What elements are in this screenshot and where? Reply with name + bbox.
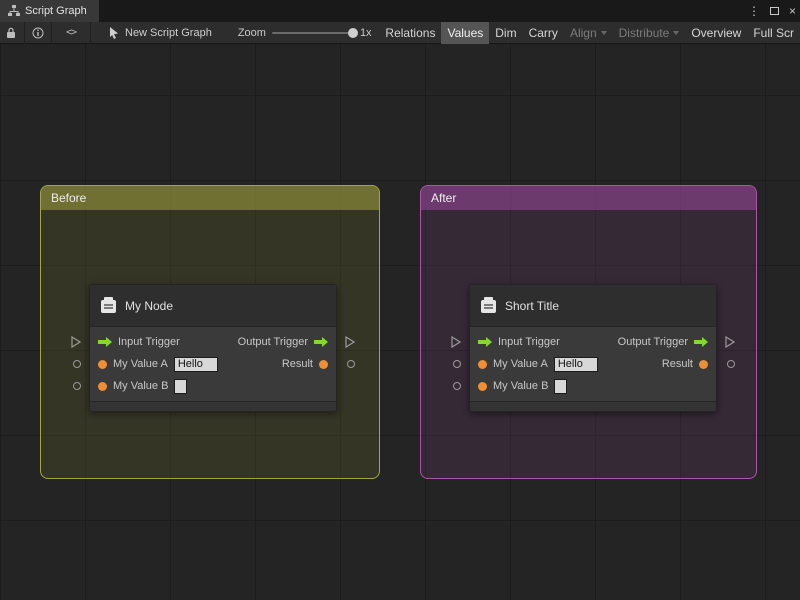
node-title: My Node: [125, 298, 174, 313]
node-footer: [90, 401, 336, 411]
port-row: My Value B: [470, 375, 716, 397]
port-label: Result: [281, 358, 313, 370]
node-header[interactable]: My Node: [90, 285, 336, 327]
node-my-node[interactable]: My Node Input Trigger Output Trigger My …: [71, 284, 355, 412]
node-footer: [470, 401, 716, 411]
group-after-header[interactable]: After: [421, 186, 756, 210]
port-label: Output Trigger: [237, 336, 308, 348]
value-output-icon[interactable]: [699, 359, 708, 369]
node-title: Short Title: [505, 298, 560, 313]
group-before-header[interactable]: Before: [41, 186, 379, 210]
group-after[interactable]: After Short Title Input Trigger Output T…: [420, 185, 757, 479]
value-input-port-external[interactable]: [73, 382, 81, 390]
port-label: My Value A: [493, 358, 548, 370]
value-input-icon[interactable]: [98, 359, 107, 369]
flow-input-port-external[interactable]: [71, 336, 81, 348]
node-short-title[interactable]: Short Title Input Trigger Output Trigger: [451, 284, 735, 412]
value-b-field[interactable]: [174, 378, 188, 394]
graph-pointer-icon: [109, 26, 120, 39]
tab-title: Script Graph: [25, 5, 87, 17]
menu-kebab-icon[interactable]: ⋮: [748, 0, 760, 22]
zoom-value: 1x: [359, 26, 372, 39]
group-title: Before: [51, 191, 87, 205]
unit-icon: [100, 297, 117, 314]
carry-button[interactable]: Carry: [523, 22, 564, 44]
node-body: Input Trigger Output Trigger My Value A: [90, 327, 336, 401]
window-controls: ⋮ ×: [748, 0, 796, 22]
group-title: After: [431, 191, 457, 205]
chevron-down-icon: [673, 31, 680, 36]
toolbar-separator: [90, 21, 91, 44]
flow-output-port-external[interactable]: [725, 336, 735, 348]
port-label: My Value A: [113, 358, 168, 370]
zoom-control: Zoom 1x: [238, 27, 372, 39]
port-label: Result: [661, 358, 693, 370]
value-output-port-external[interactable]: [727, 360, 735, 368]
info-icon[interactable]: [27, 22, 49, 44]
distribute-button[interactable]: Distribute: [613, 22, 686, 44]
value-input-icon[interactable]: [98, 381, 107, 391]
value-b-field[interactable]: [554, 378, 568, 394]
flow-input-port-external[interactable]: [451, 336, 461, 348]
chevron-down-icon: [600, 31, 607, 36]
group-before[interactable]: Before My Node Input Trigger Output Trig…: [40, 185, 380, 479]
toolbar-separator: [24, 21, 25, 44]
port-row: My Value B: [90, 375, 336, 397]
dim-button[interactable]: Dim: [489, 22, 522, 44]
value-a-field[interactable]: [553, 356, 598, 372]
value-output-icon[interactable]: [319, 359, 328, 369]
toolbar-buttons: Relations Values Dim Carry Align Distrib…: [379, 21, 800, 44]
tab-script-graph[interactable]: Script Graph: [0, 0, 99, 22]
value-input-port-external[interactable]: [73, 360, 81, 368]
align-button[interactable]: Align: [564, 22, 613, 44]
value-output-port-external[interactable]: [347, 360, 355, 368]
maximize-icon[interactable]: [769, 7, 779, 15]
graph-name[interactable]: New Script Graph: [109, 26, 212, 39]
port-label: Input Trigger: [118, 336, 180, 348]
flow-output-port-external[interactable]: [345, 336, 355, 348]
fullscreen-button[interactable]: Full Scr: [747, 22, 800, 44]
overview-button[interactable]: Overview: [685, 22, 747, 44]
node-header[interactable]: Short Title: [470, 285, 716, 327]
graph-canvas[interactable]: Before My Node Input Trigger Output Trig…: [0, 44, 800, 600]
unit-icon: [480, 297, 497, 314]
code-view-icon[interactable]: <>: [54, 22, 88, 44]
zoom-slider[interactable]: [271, 27, 358, 38]
value-input-icon[interactable]: [478, 381, 487, 391]
flow-input-icon[interactable]: [478, 336, 492, 348]
toolbar-separator: [51, 21, 52, 44]
tab-strip: Script Graph ⋮ ×: [0, 0, 800, 22]
port-row: My Value A Result: [90, 353, 336, 375]
value-a-field[interactable]: [173, 356, 218, 372]
value-input-port-external[interactable]: [453, 360, 461, 368]
port-row: My Value A Result: [470, 353, 716, 375]
flow-output-icon[interactable]: [314, 336, 328, 348]
values-button[interactable]: Values: [441, 21, 490, 44]
relations-button[interactable]: Relations: [379, 22, 441, 44]
zoom-label: Zoom: [237, 26, 266, 39]
flow-output-icon[interactable]: [694, 336, 708, 348]
flow-input-icon[interactable]: [98, 336, 112, 348]
port-label: My Value B: [113, 380, 169, 392]
port-label: Output Trigger: [617, 336, 688, 348]
script-graph-icon: [8, 5, 20, 17]
graph-toolbar: <> New Script Graph Zoom 1x Relations Va…: [0, 21, 800, 44]
close-icon[interactable]: ×: [789, 0, 796, 22]
value-input-icon[interactable]: [478, 359, 487, 369]
port-label: Input Trigger: [498, 336, 560, 348]
port-row: Input Trigger Output Trigger: [90, 331, 336, 353]
port-label: My Value B: [493, 380, 549, 392]
port-row: Input Trigger Output Trigger: [470, 331, 716, 353]
value-input-port-external[interactable]: [453, 382, 461, 390]
node-body: Input Trigger Output Trigger My Value A: [470, 327, 716, 401]
zoom-slider-knob[interactable]: [347, 27, 358, 38]
lock-icon[interactable]: [0, 22, 22, 44]
